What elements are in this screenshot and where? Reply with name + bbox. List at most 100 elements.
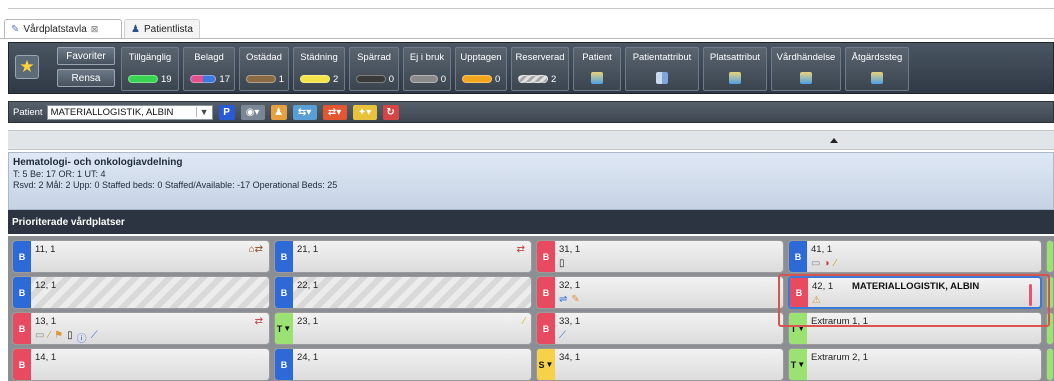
filter-belagd[interactable]: Belagd 17 <box>183 47 235 91</box>
bed-card-33-1[interactable]: B 33, 1 ⟋ <box>536 312 784 345</box>
clear-button[interactable]: Rensa <box>57 69 115 87</box>
bed-card-14-1[interactable]: B 14, 1 <box>12 348 270 381</box>
filter-platsattribut[interactable]: Platsattribut <box>703 47 767 91</box>
filter-label: Patientattribut <box>632 52 692 63</box>
tab-label: Patientlista <box>143 23 193 35</box>
bed-card-11-1[interactable]: B 11, 1 ⌂⇄ <box>12 240 270 273</box>
filter-ej-i-bruk[interactable]: Ej i bruk 0 <box>403 47 451 91</box>
clean-dropdown-icon[interactable]: ✦▾ <box>352 104 377 120</box>
bed-status: B <box>275 241 293 272</box>
tab-patientlista[interactable]: ♟ Patientlista <box>124 19 200 38</box>
filter-label: Åtgärdssteg <box>851 52 903 63</box>
document-icon: ▯ <box>559 258 565 269</box>
dropdown-icon[interactable]: ▼ <box>283 324 291 333</box>
filter-vardhandelse[interactable]: Vårdhändelse <box>771 47 841 91</box>
filter-patientattribut[interactable]: Patientattribut <box>625 47 699 91</box>
not-in-use-color-swatch <box>410 75 438 83</box>
filter-tillganglig[interactable]: Tillgänglig 19 <box>121 47 179 91</box>
patient-p-button[interactable]: P <box>218 104 235 120</box>
patient-select[interactable]: MATERIALLOGISTIK, ALBIN ▼ <box>46 104 213 120</box>
bed-card-overflow <box>1046 348 1054 381</box>
bed-number: 11, 1 <box>35 244 56 255</box>
filter-label: Ej i bruk <box>409 52 445 63</box>
home-swap-icon: ⌂⇄ <box>248 244 263 255</box>
pen-icon: ⁄ <box>834 258 837 269</box>
collapse-arrow-icon[interactable] <box>830 138 838 143</box>
bed-status: T ▼ <box>275 313 293 344</box>
bed-number: 32, 1 <box>559 280 581 291</box>
place-attribute-icon <box>729 72 741 84</box>
bed-card-12-1[interactable]: B 12, 1 <box>12 276 270 309</box>
bed-card-41-1[interactable]: B 41, 1 ▭ ◗ ⁄ <box>788 240 1042 273</box>
collapse-strip[interactable] <box>8 130 1054 150</box>
filter-upptagen[interactable]: Upptagen 0 <box>455 47 507 91</box>
department-name: Hematologi- och onkologiavdelning <box>13 157 183 168</box>
tab-vardplatstavla[interactable]: ✎ Vårdplatstavla ⊠ <box>4 19 122 38</box>
tab-strip-border <box>8 8 1054 10</box>
person-move-icon[interactable]: ♟ <box>270 104 287 120</box>
bed-card-23-1[interactable]: T ▼ 23, 1 ⁄ <box>274 312 532 345</box>
card-icon: ▭ <box>811 258 821 269</box>
bed-number: 23, 1 <box>297 316 319 327</box>
bed-status: B <box>537 241 555 272</box>
bed-card-31-1[interactable]: B 31, 1 ▯ <box>536 240 784 273</box>
blocked-color-swatch <box>356 75 386 83</box>
bed-card-34-1[interactable]: S ▼ 34, 1 <box>536 348 784 381</box>
filter-count: 0 <box>440 73 446 85</box>
filter-atgardssteg[interactable]: Åtgärdssteg <box>845 47 909 91</box>
swap-icon: ⇄ <box>254 316 263 327</box>
bed-status: S ▼ <box>537 349 555 380</box>
transfer-dropdown-icon[interactable]: ⇆▾ <box>292 104 317 120</box>
filter-label: Upptagen <box>460 52 502 63</box>
view-dropdown-icon[interactable]: ◉▾ <box>240 104 265 120</box>
care-event-icon <box>800 72 812 84</box>
attribute-icon <box>656 72 668 84</box>
dropdown-icon[interactable]: ▼ <box>797 360 805 369</box>
taken-color-swatch <box>462 75 492 83</box>
bed-status-letter: T <box>790 359 797 370</box>
bed-number: 13, 1 <box>35 316 57 327</box>
star-favorites-icon[interactable]: ★ <box>15 55 39 79</box>
bed-status: B <box>13 313 31 344</box>
bed-status: B <box>13 277 31 308</box>
filter-reserverad[interactable]: Reserverad 2 <box>511 47 569 91</box>
bed-number: 21, 1 <box>297 244 319 255</box>
filter-stadning[interactable]: Städning 2 <box>293 47 345 91</box>
available-color-swatch <box>128 75 158 83</box>
bed-number: 41, 1 <box>811 244 833 255</box>
prioritized-beds-header: Prioriterade vårdplatser <box>8 210 1054 234</box>
filter-ostadad[interactable]: Ostädad 1 <box>239 47 289 91</box>
editor-tab-strip: ✎ Vårdplatstavla ⊠ ♟ Patientlista <box>0 0 1054 40</box>
filter-count: 0 <box>495 73 501 85</box>
broom-icon: ✎ <box>571 294 580 305</box>
bed-card-24-1[interactable]: B 24, 1 <box>274 348 532 381</box>
bed-number: Extrarum 2, 1 <box>811 352 869 363</box>
chevron-down-icon[interactable]: ▼ <box>195 107 212 117</box>
bed-card-21-1[interactable]: B 21, 1 ⇄ <box>274 240 532 273</box>
reserved-color-swatch <box>518 75 548 83</box>
occupied-color-swatch <box>190 75 217 83</box>
favorites-button[interactable]: Favoriter <box>57 47 115 65</box>
dropdown-icon[interactable]: ▼ <box>546 360 554 369</box>
swap-dropdown-icon[interactable]: ⇄▾ <box>322 104 347 120</box>
action-step-icon <box>871 72 883 84</box>
bed-card-22-1[interactable]: B 22, 1 <box>274 276 532 309</box>
filter-label: Ostädad <box>246 52 282 63</box>
bed-card-13-1[interactable]: B 13, 1 ⇄ ▭ ⁄ ⚑ ▯ ⓘ ⟋ <box>12 312 270 345</box>
tab-close-icon[interactable]: ⊠ <box>91 24 99 35</box>
bed-card-32-1[interactable]: B 32, 1 ⇌ ✎ <box>536 276 784 309</box>
filter-sparrad[interactable]: Spärrad 0 <box>349 47 399 91</box>
refresh-icon[interactable]: ↻ <box>382 104 399 120</box>
filter-count: 19 <box>161 73 172 85</box>
filter-patient[interactable]: Patient <box>573 47 621 91</box>
bed-status-partial <box>1047 349 1053 380</box>
bed-card-extrarum-2[interactable]: T ▼ Extrarum 2, 1 <box>788 348 1042 381</box>
filter-count: 2 <box>551 73 557 85</box>
selected-patient: MATERIALLOGISTIK, ALBIN <box>50 106 174 118</box>
bed-status: B <box>537 277 555 308</box>
selection-highlight-box <box>778 274 1050 327</box>
transfer-icon: ⇌ <box>559 294 568 305</box>
broom-icon: ⁄ <box>523 316 525 327</box>
filter-count: 1 <box>278 73 284 85</box>
syringe-icon: ⟋ <box>559 330 566 341</box>
